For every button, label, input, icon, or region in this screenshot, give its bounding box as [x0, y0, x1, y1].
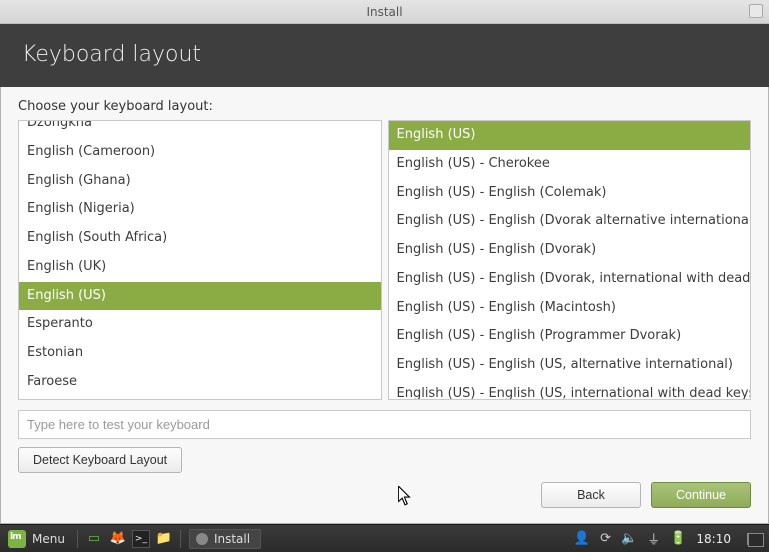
taskbar: Menu ▭ 🦊 >_ 📁 Install 👤 ⟳ 🔈 ⏚ 🔋 18:10: [0, 524, 769, 552]
list-item[interactable]: English (Cameroon): [19, 138, 381, 167]
back-button[interactable]: Back: [541, 482, 641, 508]
list-item[interactable]: English (US) - English (Colemak): [389, 179, 751, 208]
task-icon: [196, 533, 208, 545]
mint-logo-icon: [8, 530, 26, 548]
list-item[interactable]: English (US) - Cherokee: [389, 150, 751, 179]
sound-icon[interactable]: 🔈: [621, 531, 637, 546]
desktop: Install Keyboard layout Choose your keyb…: [0, 0, 769, 552]
window-title: Install: [366, 5, 402, 19]
list-item[interactable]: English (US) - English (US, alternative …: [389, 351, 751, 380]
list-item[interactable]: English (US): [389, 121, 751, 150]
list-item[interactable]: Faroese: [19, 368, 381, 397]
installer-window: Install Keyboard layout Choose your keyb…: [0, 0, 769, 524]
list-item[interactable]: English (South Africa): [19, 224, 381, 253]
page-title: Keyboard layout: [22, 42, 747, 67]
cursor-icon: [398, 486, 412, 506]
menu-button[interactable]: Menu: [0, 525, 73, 552]
list-item[interactable]: English (US) - English (Macintosh): [389, 294, 751, 323]
divider: [77, 530, 78, 548]
page-header: Keyboard layout: [0, 24, 769, 87]
files-icon[interactable]: 📁: [154, 530, 174, 548]
page-body: Choose your keyboard layout: DzongkhaEng…: [0, 87, 769, 473]
list-item[interactable]: English (US) - English (Programmer Dvora…: [389, 322, 751, 351]
task-install[interactable]: Install: [189, 529, 261, 549]
language-listbox[interactable]: DzongkhaEnglish (Cameroon)English (Ghana…: [18, 120, 382, 400]
list-item[interactable]: Estonian: [19, 339, 381, 368]
task-label: Install: [214, 532, 250, 546]
list-item[interactable]: English (US) - English (Dvorak alternati…: [389, 207, 751, 236]
terminal-icon[interactable]: >_: [132, 530, 150, 548]
continue-button[interactable]: Continue: [651, 482, 751, 508]
workspace-switcher-icon[interactable]: [747, 533, 761, 545]
test-row: [18, 410, 751, 439]
footer-buttons: Back Continue: [541, 482, 751, 508]
variant-listbox[interactable]: English (US)English (US) - CherokeeEngli…: [388, 120, 752, 400]
user-icon[interactable]: 👤: [574, 531, 590, 546]
network-icon[interactable]: ⏚: [647, 529, 660, 548]
close-icon[interactable]: [749, 4, 763, 18]
prompt-label: Choose your keyboard layout:: [18, 99, 751, 114]
menu-label: Menu: [32, 532, 65, 546]
list-item[interactable]: Esperanto: [19, 310, 381, 339]
list-item[interactable]: English (Nigeria): [19, 195, 381, 224]
keyboard-lists: DzongkhaEnglish (Cameroon)English (Ghana…: [18, 120, 751, 400]
titlebar[interactable]: Install: [0, 0, 769, 24]
list-item[interactable]: English (US) - English (US, internationa…: [389, 380, 751, 399]
divider: [180, 530, 181, 548]
detect-row: Detect Keyboard Layout: [18, 447, 751, 473]
show-desktop-icon[interactable]: ▭: [84, 530, 104, 548]
firefox-icon[interactable]: 🦊: [108, 530, 128, 548]
list-item[interactable]: English (US) - English (Dvorak): [389, 236, 751, 265]
list-item[interactable]: English (US): [19, 282, 381, 311]
battery-icon[interactable]: 🔋: [670, 531, 686, 546]
detect-layout-button[interactable]: Detect Keyboard Layout: [18, 447, 182, 473]
clock[interactable]: 18:10: [696, 532, 731, 546]
updates-icon[interactable]: ⟳: [600, 531, 611, 546]
list-item[interactable]: English (UK): [19, 253, 381, 282]
keyboard-test-input[interactable]: [18, 410, 751, 439]
system-tray: 👤 ⟳ 🔈 ⏚ 🔋 18:10: [574, 529, 769, 548]
list-item[interactable]: English (Ghana): [19, 167, 381, 196]
list-item[interactable]: Dzongkha: [19, 121, 381, 138]
list-item[interactable]: English (US) - English (Dvorak, internat…: [389, 265, 751, 294]
list-item[interactable]: Filipino: [19, 397, 381, 400]
